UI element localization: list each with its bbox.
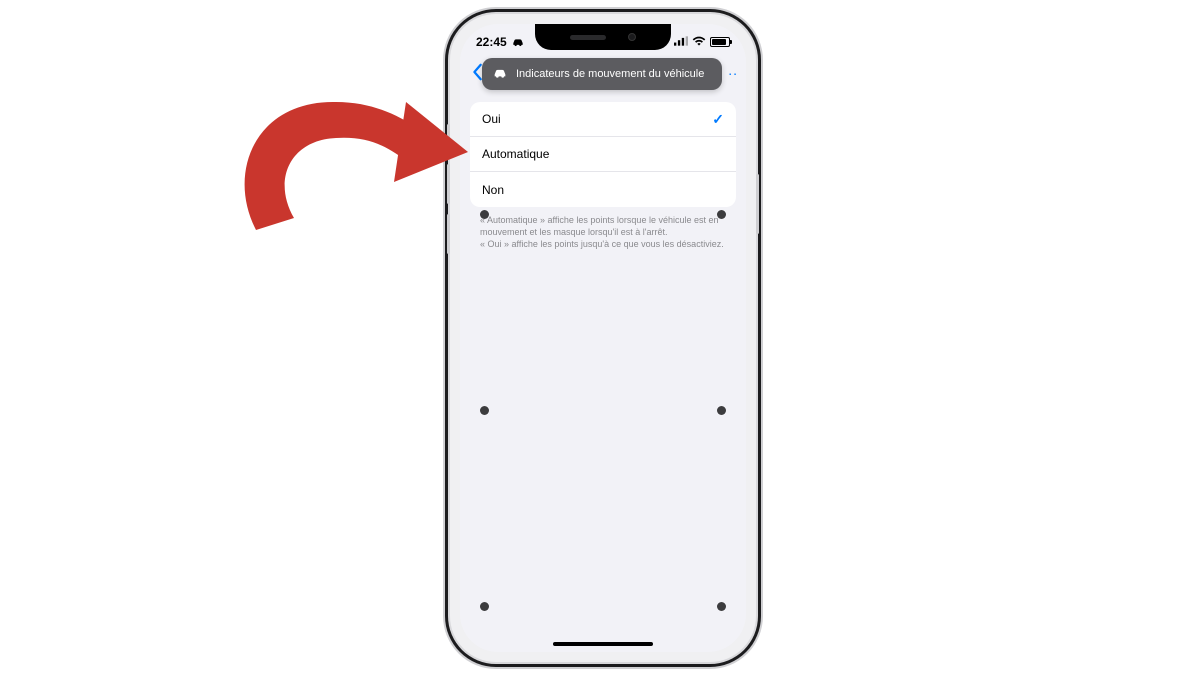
notch [535,24,671,50]
battery-icon [710,37,730,47]
option-label: Automatique [482,147,549,161]
option-oui[interactable]: Oui ✓ [470,102,736,137]
motion-dot [480,406,489,415]
car-icon [511,37,525,47]
power-button [756,174,759,234]
option-non[interactable]: Non [470,172,736,207]
cellular-signal-icon [674,35,688,49]
home-indicator[interactable] [553,642,653,646]
red-arrow-annotation [228,62,478,262]
motion-dot [717,602,726,611]
footer-help-text: « Automatique » affiche les points lorsq… [480,214,726,250]
option-automatique[interactable]: Automatique [470,137,736,172]
front-camera [628,33,636,41]
title-tooltip: Indicateurs de mouvement du véhicule [482,58,722,90]
footer-line-1: « Automatique » affiche les points lorsq… [480,214,726,238]
option-label: Non [482,183,504,197]
motion-dot [717,210,726,219]
wifi-icon [692,35,706,49]
more-button[interactable]: .. [728,62,738,78]
motion-dot [480,602,489,611]
motion-dot [480,210,489,219]
canvas: 22:45 [0,0,1200,675]
speaker-grille [570,35,606,40]
option-label: Oui [482,112,501,126]
tooltip-text: Indicateurs de mouvement du véhicule [516,68,704,80]
motion-dot [717,406,726,415]
screen: 22:45 [460,24,746,652]
checkmark-icon: ✓ [712,111,724,128]
footer-line-2: « Oui » affiche les points jusqu'à ce qu… [480,238,726,250]
options-list: Oui ✓ Automatique Non [470,102,736,207]
status-time: 22:45 [476,35,507,49]
phone-frame: 22:45 [450,14,756,662]
car-icon [492,67,508,82]
